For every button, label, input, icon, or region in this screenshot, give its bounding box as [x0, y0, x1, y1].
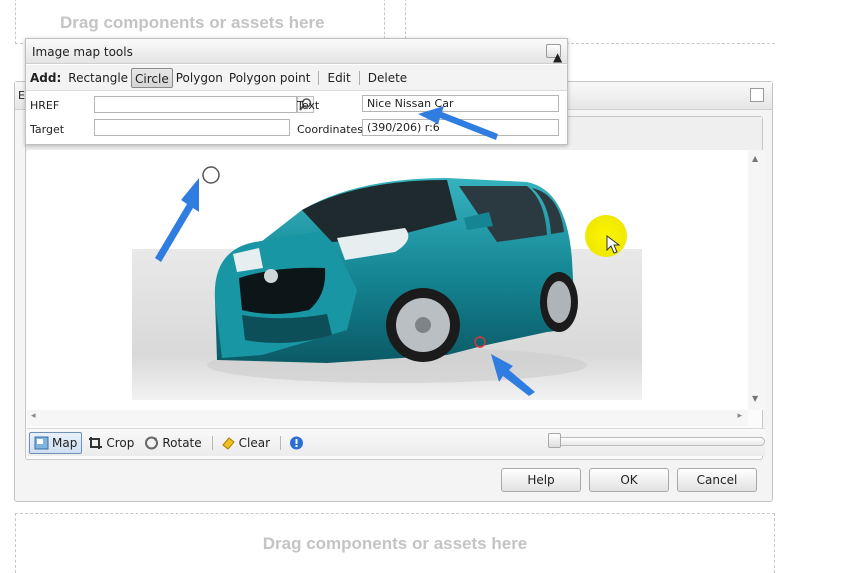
eraser-icon: [221, 436, 235, 450]
map-button[interactable]: Map: [29, 431, 83, 454]
dialog-title: E: [18, 89, 25, 102]
rotate-button[interactable]: Rotate: [140, 432, 205, 454]
href-field[interactable]: [94, 96, 297, 113]
href-label: HREF: [30, 99, 60, 112]
cursor-highlight-icon: [585, 215, 627, 257]
target-field[interactable]: [94, 119, 290, 136]
image-canvas[interactable]: [27, 150, 753, 410]
toolbar-divider: [280, 435, 282, 450]
scroll-up-icon[interactable]: ▲: [752, 154, 758, 163]
callout-arrow-icon: [418, 106, 498, 140]
crop-icon: [89, 436, 103, 449]
vertical-scrollbar[interactable]: ▲ ▼: [748, 150, 765, 410]
scroll-down-icon[interactable]: ▼: [752, 394, 758, 403]
map-icon: [34, 436, 49, 449]
add-label: Add:: [30, 70, 62, 85]
rotate-label: Rotate: [162, 435, 202, 450]
help-button[interactable]: Help: [501, 468, 581, 492]
scroll-right-icon[interactable]: ▸: [737, 411, 742, 421]
add-circle-option[interactable]: Circle: [131, 67, 173, 88]
image-map-tools-header: Image map tools ▲: [26, 39, 567, 64]
add-polygon-option[interactable]: Polygon: [173, 68, 226, 88]
horizontal-scrollbar[interactable]: ◂ ▸: [27, 410, 748, 426]
map-point-marker-icon[interactable]: [472, 333, 488, 349]
info-icon: [290, 436, 304, 449]
image-map-tools-title: Image map tools: [32, 45, 133, 59]
clear-label: Clear: [238, 435, 271, 450]
scroll-left-icon[interactable]: ◂: [31, 411, 36, 421]
coordinates-label: Coordinates: [297, 123, 364, 136]
edit-option[interactable]: Edit: [324, 68, 353, 88]
ok-button[interactable]: OK: [589, 468, 669, 492]
car-image: [132, 178, 642, 400]
target-label: Target: [30, 123, 65, 136]
collapse-button[interactable]: ▲: [546, 44, 562, 63]
rotate-icon: [145, 436, 159, 449]
toolbar-divider: [211, 435, 213, 450]
crop-label: Crop: [106, 435, 135, 450]
map-label: Map: [52, 435, 78, 450]
zoom-slider[interactable]: [548, 437, 765, 446]
toolbar-divider: [358, 70, 360, 85]
add-polygon-point-option[interactable]: Polygon point: [226, 68, 314, 88]
callout-arrow-icon: [491, 354, 535, 396]
drop-zone-bottom-label: Drag components or assets here: [262, 534, 528, 553]
drop-zone-top-label: Drag components or assets here: [60, 13, 325, 32]
chevron-up-icon: ▲: [553, 50, 563, 64]
drop-zone-bottom[interactable]: Drag components or assets here: [15, 513, 775, 573]
add-shape-toolbar: Add: Rectangle Circle Polygon Polygon po…: [26, 65, 567, 91]
cancel-button[interactable]: Cancel: [677, 468, 757, 492]
callout-arrow-icon: [155, 178, 199, 262]
info-button[interactable]: [285, 432, 308, 454]
delete-option[interactable]: Delete: [365, 68, 410, 88]
crop-button[interactable]: Crop: [84, 432, 138, 454]
clear-button[interactable]: Clear: [217, 432, 274, 454]
text-label: Text: [297, 99, 320, 112]
maximize-button[interactable]: [750, 88, 764, 102]
add-rectangle-option[interactable]: Rectangle: [65, 68, 131, 88]
zoom-slider-thumb[interactable]: [548, 433, 561, 448]
toolbar-divider: [318, 70, 320, 85]
